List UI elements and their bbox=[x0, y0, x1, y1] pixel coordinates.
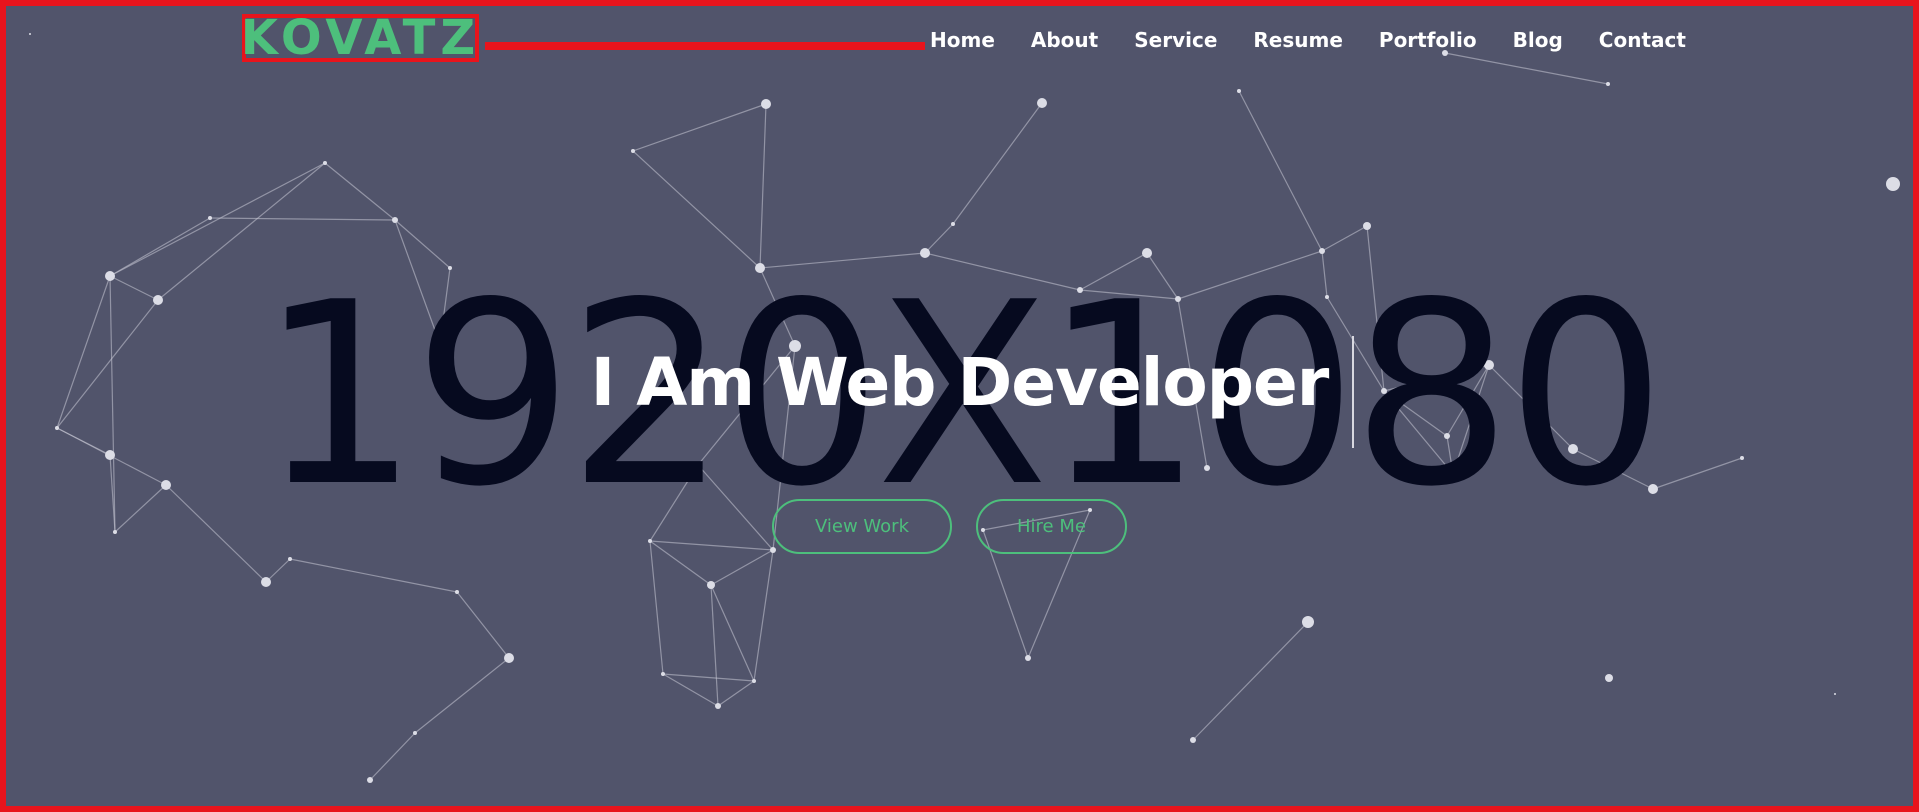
hire-me-button[interactable]: Hire Me bbox=[976, 499, 1127, 554]
typing-cursor bbox=[1352, 336, 1354, 448]
nav-about[interactable]: About bbox=[1031, 28, 1098, 52]
nav-resume[interactable]: Resume bbox=[1253, 28, 1343, 52]
logo-link[interactable]: KOVATZ bbox=[240, 10, 481, 66]
nav-service[interactable]: Service bbox=[1134, 28, 1217, 52]
nav-portfolio[interactable]: Portfolio bbox=[1379, 28, 1477, 52]
logo-text: KOVATZ bbox=[240, 10, 481, 66]
annotation-bar bbox=[485, 42, 925, 50]
nav-contact[interactable]: Contact bbox=[1599, 28, 1686, 52]
main-nav: Home About Service Resume Portfolio Blog… bbox=[930, 28, 1722, 52]
site-header: KOVATZ Home About Service Resume Portfol… bbox=[0, 0, 1919, 80]
nav-home[interactable]: Home bbox=[930, 28, 995, 52]
nav-blog[interactable]: Blog bbox=[1513, 28, 1563, 52]
hero-title: I Am Web Developer bbox=[590, 344, 1330, 421]
view-work-button[interactable]: View Work bbox=[772, 499, 952, 554]
